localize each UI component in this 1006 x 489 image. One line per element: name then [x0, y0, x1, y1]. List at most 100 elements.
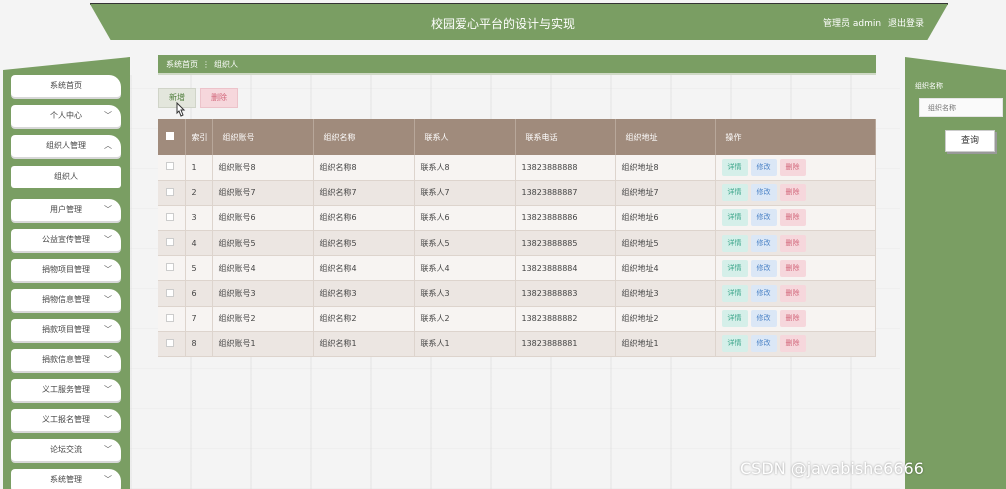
logout-link[interactable]: 退出登录 [888, 19, 924, 29]
row-delete-button[interactable]: 删除 [779, 184, 806, 202]
row-checkbox[interactable] [158, 255, 186, 282]
row-checkbox[interactable] [158, 155, 186, 181]
cell-phone: 13823888881 [515, 331, 616, 358]
table-row: 3 组织账号6 组织名称6 联系人6 13823888886 组织地址6 详情 修改 删除 [158, 205, 876, 232]
cell-contact: 联系人4 [414, 255, 516, 282]
cell-address: 组织地址6 [615, 205, 716, 232]
row-checkbox[interactable] [158, 331, 186, 358]
detail-button[interactable]: 详情 [721, 259, 748, 277]
sidebar-item-label: 系统首页 [50, 81, 82, 90]
search-input[interactable] [919, 98, 1003, 117]
cell-name: 组织名称3 [313, 280, 415, 307]
sidebar-item-label: 捐款项目管理 [42, 325, 90, 334]
sidebar-item[interactable]: 捐款信息管理 ﹀ [11, 349, 121, 371]
sidebar-item-label: 系统管理 [50, 475, 82, 484]
row-delete-button[interactable]: 删除 [779, 234, 806, 252]
sidebar-subitem[interactable]: 组织人 [11, 166, 121, 188]
cell-name: 组织名称1 [313, 331, 415, 358]
cell-ops: 详情 修改 删除 [715, 331, 876, 358]
edit-button[interactable]: 修改 [750, 234, 777, 252]
sidebar-item[interactable]: 捐物项目管理 ﹀ [11, 259, 121, 281]
edit-button[interactable]: 修改 [750, 184, 777, 202]
detail-button[interactable]: 详情 [721, 234, 748, 252]
detail-button[interactable]: 详情 [721, 184, 748, 202]
cell-name: 组织名称8 [313, 155, 415, 181]
cell-account: 组织账号8 [212, 155, 314, 181]
edit-button[interactable]: 修改 [750, 259, 777, 277]
sidebar-item[interactable]: 捐款项目管理 ﹀ [11, 319, 121, 341]
detail-button[interactable]: 详情 [721, 335, 748, 353]
breadcrumb: 系统首页 ⋮ 组织人 [158, 55, 876, 75]
sidebar-item[interactable]: 捐物信息管理 ﹀ [11, 289, 121, 311]
cell-index: 8 [185, 331, 213, 358]
detail-button[interactable]: 详情 [721, 310, 748, 328]
edit-button[interactable]: 修改 [750, 158, 777, 176]
search-button[interactable]: 查询 [945, 130, 995, 152]
sidebar-item-label: 个人中心 [50, 111, 82, 120]
search-label: 组织名称 [915, 82, 943, 90]
edit-button[interactable]: 修改 [750, 209, 777, 227]
row-delete-button[interactable]: 删除 [779, 158, 806, 176]
cell-ops: 详情 修改 删除 [715, 230, 876, 257]
detail-button[interactable]: 详情 [721, 209, 748, 227]
select-all-checkbox[interactable] [158, 119, 186, 155]
sidebar-item[interactable]: 用户管理 ﹀ [11, 199, 121, 221]
cell-address: 组织地址5 [615, 230, 716, 257]
cell-ops: 详情 修改 删除 [715, 180, 876, 206]
sidebar-item[interactable]: 系统管理 ﹀ [11, 469, 121, 489]
row-checkbox[interactable] [158, 306, 186, 332]
table-row: 1 组织账号8 组织名称8 联系人8 13823888888 组织地址8 详情 修改 删除 [158, 155, 876, 181]
breadcrumb-current: 组织人 [214, 60, 238, 69]
cell-address: 组织地址2 [615, 306, 716, 332]
detail-button[interactable]: 详情 [721, 285, 748, 303]
bulk-delete-button[interactable]: 删除 [200, 88, 238, 108]
breadcrumb-home[interactable]: 系统首页 [166, 60, 198, 69]
cell-account: 组织账号3 [212, 280, 314, 307]
row-delete-button[interactable]: 删除 [779, 310, 806, 328]
row-checkbox[interactable] [158, 230, 186, 257]
cell-phone: 13823888883 [515, 280, 616, 307]
sidebar-item[interactable]: 公益宣传管理 ﹀ [11, 229, 121, 251]
cell-phone: 13823888886 [515, 205, 616, 232]
chevron-down-icon: ﹀ [104, 445, 112, 454]
header-account: 组织账号 [212, 119, 314, 155]
sidebar-item[interactable]: 系统首页 [11, 75, 121, 97]
header-user-area: 管理员 admin 退出登录 [819, 16, 924, 29]
row-delete-button[interactable]: 删除 [779, 285, 806, 303]
header-name: 组织名称 [313, 119, 415, 155]
sidebar-item[interactable]: 组织人管理 ︿ [11, 135, 121, 157]
sidebar-item-label: 组织人 [54, 172, 78, 181]
chevron-down-icon: ﹀ [104, 295, 112, 304]
sidebar-item[interactable]: 个人中心 ﹀ [11, 105, 121, 127]
row-delete-button[interactable]: 删除 [779, 259, 806, 277]
row-checkbox[interactable] [158, 280, 186, 307]
chevron-down-icon: ﹀ [104, 265, 112, 274]
table-row: 5 组织账号4 组织名称4 联系人4 13823888884 组织地址4 详情 修改 删除 [158, 255, 876, 282]
sidebar-item[interactable]: 论坛交流 ﹀ [11, 439, 121, 461]
cell-index: 6 [185, 280, 213, 307]
cell-account: 组织账号7 [212, 180, 314, 206]
cell-contact: 联系人6 [414, 205, 516, 232]
row-delete-button[interactable]: 删除 [779, 209, 806, 227]
cell-name: 组织名称2 [313, 306, 415, 332]
cell-contact: 联系人1 [414, 331, 516, 358]
sidebar-item-label: 义工服务管理 [42, 385, 90, 394]
row-delete-button[interactable]: 删除 [779, 335, 806, 353]
cell-account: 组织账号5 [212, 230, 314, 257]
edit-button[interactable]: 修改 [750, 285, 777, 303]
chevron-down-icon: ﹀ [104, 205, 112, 214]
sidebar-item[interactable]: 义工报名管理 ﹀ [11, 409, 121, 431]
edit-button[interactable]: 修改 [750, 310, 777, 328]
row-checkbox[interactable] [158, 205, 186, 232]
cell-contact: 联系人8 [414, 155, 516, 181]
watermark: CSDN @javabishe6666 [740, 459, 924, 478]
cell-index: 4 [185, 230, 213, 257]
cell-phone: 13823888885 [515, 230, 616, 257]
chevron-down-icon: ﹀ [104, 415, 112, 424]
cell-address: 组织地址8 [615, 155, 716, 181]
detail-button[interactable]: 详情 [721, 158, 748, 176]
sidebar-item[interactable]: 义工服务管理 ﹀ [11, 379, 121, 401]
row-checkbox[interactable] [158, 180, 186, 206]
edit-button[interactable]: 修改 [750, 335, 777, 353]
cell-ops: 详情 修改 删除 [715, 306, 876, 332]
